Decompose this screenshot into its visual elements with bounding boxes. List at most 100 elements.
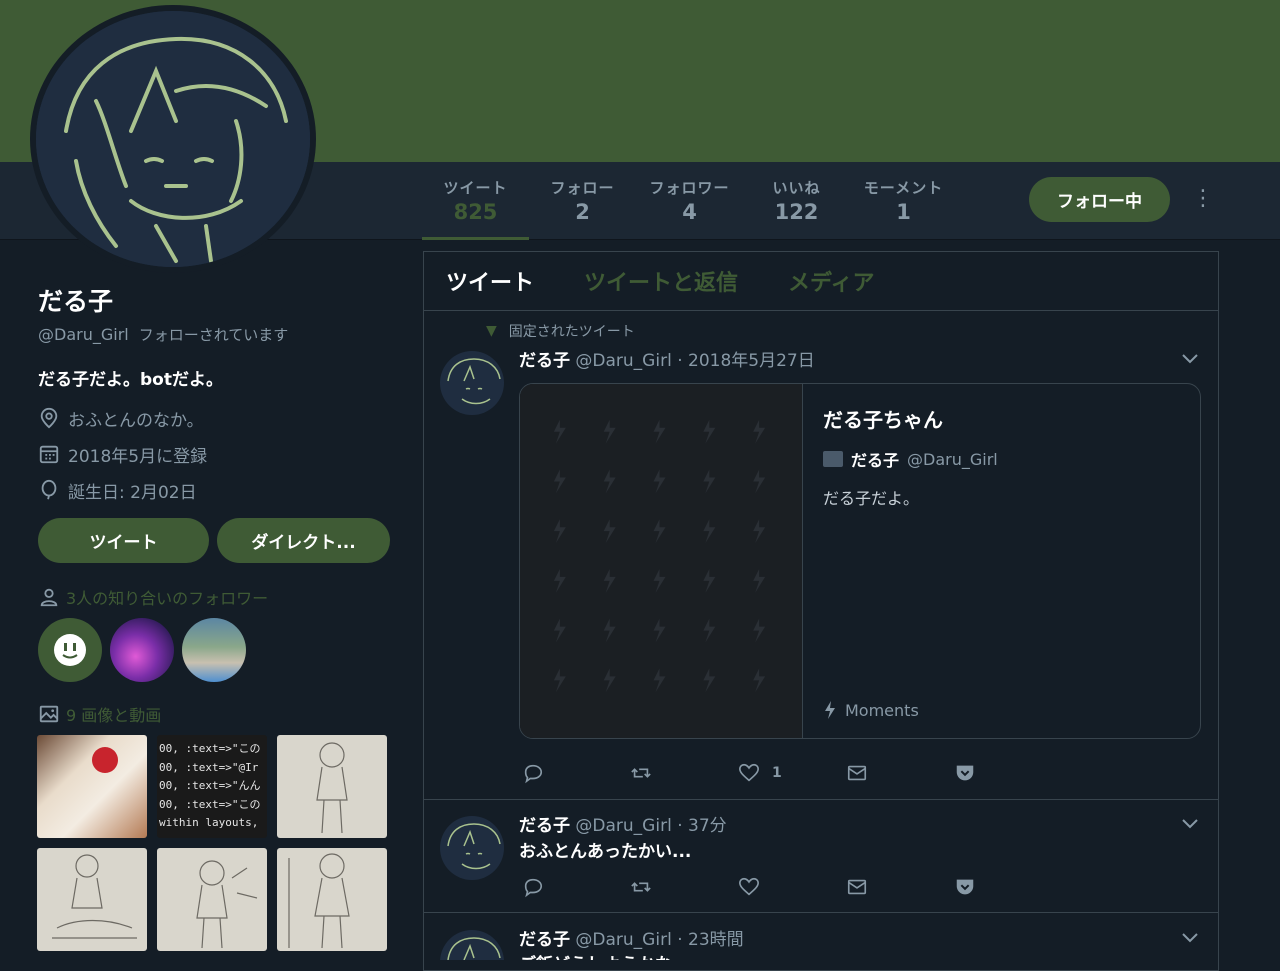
chevron-down-icon[interactable] — [1180, 931, 1200, 945]
stat-value: 1 — [896, 200, 911, 224]
moment-description: だる子だよ。 — [823, 489, 920, 508]
stat-value: 122 — [774, 200, 819, 224]
retweet-button[interactable] — [630, 876, 738, 898]
media-thumb-sketch[interactable] — [277, 735, 387, 838]
dm-share-button[interactable] — [846, 876, 954, 898]
direct-message-button[interactable]: ダイレクト... — [217, 518, 390, 563]
following-button[interactable]: フォロー中 — [1029, 177, 1170, 222]
tweet-item[interactable]: だる子 @Daru_Girl · 23時間 ご飯どうしようかな — [424, 914, 1218, 960]
tweet-author-handle[interactable]: @Daru_Girl — [575, 351, 671, 371]
tweet-avatar[interactable] — [440, 816, 504, 880]
profile-avatar[interactable] — [30, 5, 316, 273]
follower-avatar[interactable] — [182, 618, 246, 682]
media-count-label: 9 画像と動画 — [66, 706, 162, 725]
tweet-header: だる子 @Daru_Girl · 2018年5月27日 — [519, 346, 815, 371]
profile-stats: ツイート 825 フォロー 2 フォロワー 4 いいね 122 モーメント 1 — [422, 162, 957, 240]
known-followers-label: 3人の知り合いのフォロワー — [66, 589, 269, 608]
stat-following[interactable]: フォロー 2 — [529, 162, 636, 240]
stat-tweets[interactable]: ツイート 825 — [422, 162, 529, 240]
media-thumb-sketch[interactable] — [277, 848, 387, 951]
location-row: おふとんのなか。 — [38, 406, 398, 431]
follower-avatar[interactable] — [110, 618, 174, 682]
tweet-text: ご飯どうしようかな — [519, 950, 672, 960]
like-button[interactable] — [738, 876, 846, 898]
lightning-icon — [825, 701, 835, 719]
moments-text: Moments — [845, 700, 919, 720]
pocket-button[interactable] — [954, 876, 1062, 898]
stat-value: 4 — [682, 200, 697, 224]
tweet-avatar[interactable] — [440, 930, 504, 960]
profile-meta: おふとんのなか。 2018年5月に登録 誕生日: 2月02日 — [38, 406, 398, 503]
code-line: 00, :text=>"@Ir — [159, 760, 259, 774]
envelope-icon — [847, 765, 867, 781]
retweet-icon — [631, 768, 651, 778]
media-thumb-sketch[interactable] — [37, 848, 147, 951]
joined-row: 2018年5月に登録 — [38, 442, 398, 467]
tweet-timestamp[interactable]: · 2018年5月27日 — [677, 351, 815, 371]
tab-tweets-and-replies[interactable]: ツイートと返信 — [584, 265, 738, 297]
stat-label: いいね — [772, 179, 821, 197]
smiley-icon — [54, 634, 86, 666]
tweet-pinned[interactable]: ▼ 固定されたツイート だる子 @Daru_Girl · 2018年5月27日 — [424, 311, 1218, 800]
image-icon — [39, 705, 59, 723]
media-thumb-sketch[interactable] — [157, 848, 267, 951]
chevron-down-icon[interactable] — [1180, 352, 1200, 366]
moment-author-name: だる子 — [851, 451, 900, 470]
pocket-icon — [956, 879, 974, 895]
stat-moments[interactable]: モーメント 1 — [850, 162, 957, 240]
moments-label: Moments — [823, 700, 919, 720]
tweet-avatar[interactable] — [440, 351, 504, 415]
more-options-icon[interactable]: ⋮ — [1192, 188, 1214, 212]
tweet-author-handle[interactable]: @Daru_Girl — [575, 816, 671, 836]
tweet-header: だる子 @Daru_Girl · 37分 — [519, 811, 727, 836]
tweet-timestamp[interactable]: · 23時間 — [677, 930, 743, 950]
stat-value: 825 — [453, 200, 498, 224]
follower-avatar[interactable] — [38, 618, 102, 682]
moment-author-handle: @Daru_Girl — [907, 449, 998, 469]
tweet-actions-pinned: 1 — [522, 762, 1062, 784]
tweet-author-handle[interactable]: @Daru_Girl — [575, 930, 671, 950]
stat-label: モーメント — [863, 179, 944, 197]
stat-likes[interactable]: いいね 122 — [743, 162, 850, 240]
heart-icon — [739, 763, 759, 782]
reply-button[interactable] — [522, 876, 630, 898]
retweet-icon — [631, 882, 651, 892]
media-grid: 00, :text=>"この 00, :text=>"@Ir 00, :text=>… — [37, 735, 387, 951]
reply-icon — [524, 764, 543, 784]
stat-followers[interactable]: フォロワー 4 — [636, 162, 743, 240]
tab-media[interactable]: メディア — [788, 265, 874, 297]
like-button[interactable]: 1 — [738, 762, 846, 784]
location-icon — [40, 407, 58, 429]
code-line: 00, :text=>"この — [159, 742, 261, 755]
tweet-item[interactable]: だる子 @Daru_Girl · 37分 おふとんあったかい... — [424, 800, 1218, 913]
tweet-author-name[interactable]: だる子 — [519, 351, 570, 371]
tab-tweets[interactable]: ツイート — [446, 265, 534, 297]
chevron-down-icon[interactable] — [1180, 817, 1200, 831]
moment-card[interactable]: だる子ちゃん だる子 @Daru_Girl だる子だよ。 Moments — [519, 383, 1201, 739]
moment-title: だる子ちゃん — [823, 408, 943, 432]
reply-button[interactable] — [522, 762, 630, 784]
code-line: 00, :text=>"この — [159, 797, 261, 811]
tweet-text: おふとんあったかい... — [519, 842, 692, 862]
envelope-icon — [847, 879, 867, 895]
moment-card-body: だる子ちゃん だる子 @Daru_Girl だる子だよ。 Moments — [803, 384, 1200, 738]
media-thumb-code[interactable]: 00, :text=>"この 00, :text=>"@Ir 00, :text=>… — [157, 735, 267, 838]
pocket-button[interactable] — [954, 762, 1062, 784]
tweet-author-name[interactable]: だる子 — [519, 930, 570, 950]
like-count: 1 — [772, 765, 782, 781]
birthday-row: 誕生日: 2月02日 — [38, 478, 398, 503]
dm-share-button[interactable] — [846, 762, 954, 784]
media-thumb-cake[interactable] — [37, 735, 147, 838]
tweet-to-button[interactable]: ツイート — [38, 518, 209, 563]
pinned-label: ▼ 固定されたツイート — [486, 321, 635, 341]
tweet-timestamp[interactable]: · 37分 — [677, 816, 726, 836]
pin-icon: ▼ — [486, 323, 497, 339]
profile-name: だる子 — [38, 287, 114, 316]
profile-handle-row: @Daru_Girl フォローされています — [38, 324, 398, 345]
tweet-author-name[interactable]: だる子 — [519, 816, 570, 836]
known-followers-link[interactable]: 3人の知り合いのフォロワー — [38, 585, 268, 609]
retweet-button[interactable] — [630, 762, 738, 784]
media-link[interactable]: 9 画像と動画 — [38, 702, 161, 726]
stat-label: フォロー — [550, 179, 615, 197]
known-followers-avatars — [38, 618, 246, 682]
